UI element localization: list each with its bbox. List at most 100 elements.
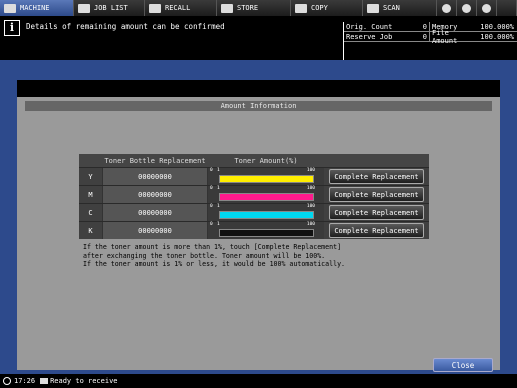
tab-label: COPY [311,4,328,12]
info-icon: i [4,20,20,36]
gauge-track [219,211,314,219]
store-icon [221,3,233,13]
tab-scan[interactable]: SCAN [363,0,437,16]
note-line: If the toner amount is more than 1%, tou… [83,243,342,251]
tab-job-list[interactable]: JOB LIST [74,0,145,16]
bottle-count: 00000000 [102,186,208,203]
toner-gauge: 0 1 100 [208,222,324,239]
tick-label: 0 [210,186,213,191]
file-amount-label: File Amount [432,28,458,45]
complete-replacement-button-c[interactable]: Complete Replacement [329,205,424,220]
row-button-cell: Complete Replacement [324,223,429,238]
amount-info-panel: Amount Information Toner Bottle Replacem… [17,97,500,370]
toner-gauge: 0 1 100 [208,204,324,221]
job-list-icon [78,3,90,13]
top-tab-bar: MACHINE JOB LIST RECALL STORE COPY SCAN [0,0,517,16]
tab-recall[interactable]: RECALL [145,0,217,16]
scan-icon [367,3,379,13]
settings-button[interactable] [437,0,457,16]
status-text: Ready to receive [50,377,118,385]
row-button-cell: Complete Replacement [324,187,429,202]
status-time: 17:26 [14,377,36,385]
gauge-fill [220,230,313,236]
row-code: Y [88,172,93,181]
tick-label: 0 [210,168,213,173]
message-text: Details of remaining amount can be confi… [26,22,225,31]
bottle-count: 00000000 [102,168,208,185]
tick-label: 1 [217,186,220,191]
header-amount: Toner Amount(%) [234,156,298,165]
complete-replacement-button-y[interactable]: Complete Replacement [329,169,424,184]
gauge-track [219,193,314,201]
tab-label: MACHINE [20,4,50,12]
tick-label: 1 [217,168,220,173]
tick-label: 100 [306,168,315,173]
row-code: C [88,208,93,217]
status-bar: 17:26 Ready to receive [0,374,517,388]
header-bottle: Toner Bottle Replacement [104,156,206,165]
reserve-job-label: Reserve Job [346,32,393,41]
note-line: If the toner amount is 1% or less, it wo… [83,260,346,268]
printer-icon [40,378,49,384]
machine-icon [4,3,16,13]
status-row: Orig. Count 0 Memory 100.000% [344,22,517,32]
gauge-fill [220,176,313,182]
tick-label: 100 [306,204,315,209]
panel-title: Amount Information [25,101,492,111]
table-row-cyan: C 00000000 0 1 100 Complete Replacement [79,203,429,221]
recall-icon [149,3,161,13]
toner-gauge: 0 1 100 [208,168,324,185]
table-row-black: K 00000000 0 1 100 Complete Replacement [79,221,429,239]
row-code: M [88,190,93,199]
tab-bar-filler [497,0,517,16]
instruction-note: If the toner amount is more than 1%, tou… [83,243,413,269]
row-button-cell: Complete Replacement [324,169,429,184]
tab-label: RECALL [165,4,191,12]
tab-label: STORE [237,4,259,12]
tick-label: 0 [210,222,213,227]
table-row-yellow: Y 00000000 0 1 100 Complete Replacement [79,167,429,185]
gauge-track [219,175,314,183]
reserve-job-value: 0 [396,32,430,41]
gauge-track [219,229,314,237]
tab-label: SCAN [383,4,400,12]
gauge-fill [220,194,313,200]
tab-store[interactable]: STORE [217,0,291,16]
speaker-icon [462,3,471,13]
tab-copy[interactable]: COPY [291,0,363,16]
status-row: Reserve Job 0 File Amount 100.000% [344,28,517,45]
tick-label: 1 [217,222,220,227]
main-frame: Amount Information Toner Bottle Replacem… [0,60,517,374]
toner-table: Toner Bottle Replacement Toner Amount(%)… [79,154,429,239]
status-grid: Orig. Count 0 Memory 100.000% Reserve Jo… [343,22,517,60]
tab-machine[interactable]: MACHINE [0,0,74,16]
volume-button[interactable] [457,0,477,16]
tick-label: 0 [210,204,213,209]
clock-icon [3,377,11,385]
tick-label: 1 [217,204,220,209]
table-row-magenta: M 00000000 0 1 100 Complete Replacement [79,185,429,203]
toner-gauge: 0 1 100 [208,186,324,203]
orig-count-value: 0 [396,22,430,31]
circle-icon [442,3,451,13]
complete-replacement-button-m[interactable]: Complete Replacement [329,187,424,202]
tick-label: 100 [306,186,315,191]
panel-header-strip [17,80,500,97]
row-code: K [88,226,93,235]
help-button[interactable] [477,0,497,16]
copy-icon [295,3,307,13]
close-button[interactable]: Close [433,358,493,372]
memory-value: 100.000% [480,22,514,31]
row-button-cell: Complete Replacement [324,205,429,220]
bottle-count: 00000000 [102,204,208,221]
note-line: after exchanging the toner bottle. Toner… [83,251,326,260]
table-header: Toner Bottle Replacement Toner Amount(%) [79,154,429,167]
gauge-fill [220,212,313,218]
tick-label: 100 [306,222,315,227]
file-amount-value: 100.000% [480,32,514,41]
orig-count-label: Orig. Count [346,22,393,31]
bottle-count: 00000000 [102,222,208,239]
tab-label: JOB LIST [94,4,128,12]
complete-replacement-button-k[interactable]: Complete Replacement [329,223,424,238]
help-icon [482,3,491,13]
